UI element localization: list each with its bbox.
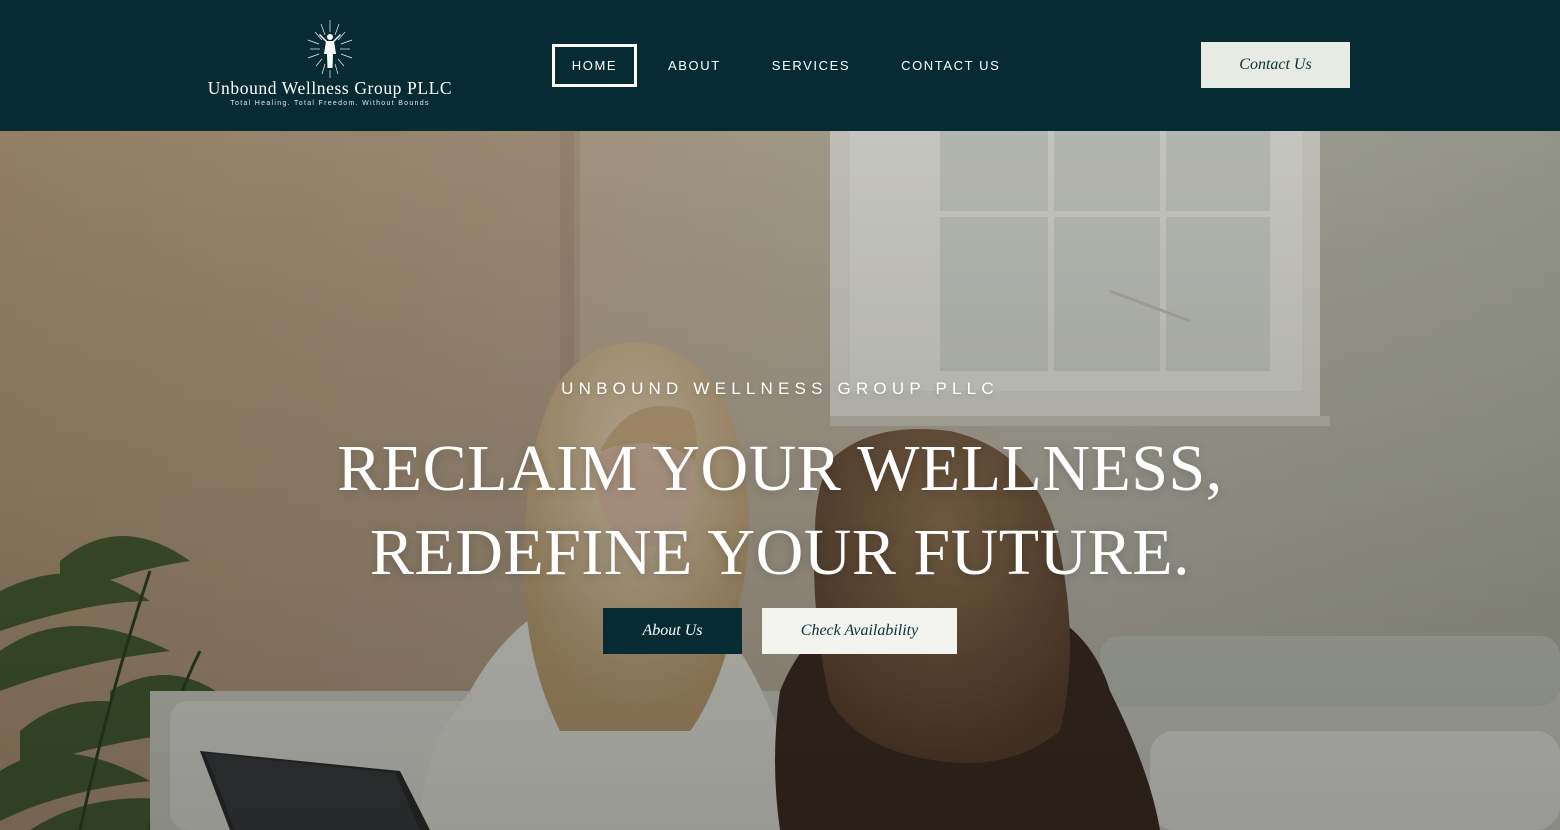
check-availability-button[interactable]: Check Availability xyxy=(762,608,957,654)
site-logo[interactable]: Unbound Wellness Group PLLC Total Healin… xyxy=(205,18,455,114)
nav-home[interactable]: HOME xyxy=(552,44,637,87)
hero-section: UNBOUND WELLNESS GROUP PLLC RECLAIM YOUR… xyxy=(0,131,1560,830)
about-us-button[interactable]: About Us xyxy=(603,608,742,654)
contact-us-button[interactable]: Contact Us xyxy=(1201,42,1350,88)
site-header: Unbound Wellness Group PLLC Total Healin… xyxy=(0,0,1560,131)
main-nav: HOME ABOUT SERVICES CONTACT US xyxy=(552,44,1000,87)
hero-content: UNBOUND WELLNESS GROUP PLLC RECLAIM YOUR… xyxy=(0,131,1560,830)
hero-headline-line-1: RECLAIM YOUR WELLNESS, xyxy=(337,432,1223,505)
logo-wordmark: Unbound Wellness Group PLLC xyxy=(207,78,453,98)
logo-tagline: Total Healing. Total Freedom. Without Bo… xyxy=(230,100,430,107)
hero-headline-line-2: REDEFINE YOUR FUTURE. xyxy=(369,516,1191,589)
nav-contact-us[interactable]: CONTACT US xyxy=(901,44,1000,87)
hero-headline: RECLAIM YOUR WELLNESS, REDEFINE YOUR FUT… xyxy=(280,427,1280,595)
radiant-figure-icon xyxy=(307,20,353,78)
nav-about[interactable]: ABOUT xyxy=(668,44,721,87)
nav-services[interactable]: SERVICES xyxy=(772,44,850,87)
hero-eyebrow: UNBOUND WELLNESS GROUP PLLC xyxy=(561,379,999,398)
